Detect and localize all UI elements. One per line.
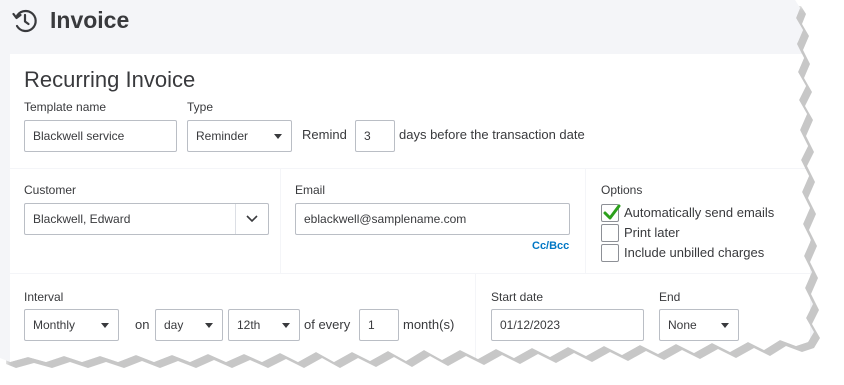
email-value: eblackwell@samplename.com [304, 212, 467, 226]
print-later-checkbox[interactable] [601, 224, 619, 242]
invoice-sheet: Invoice Recurring Invoice Template name … [0, 0, 814, 362]
on-label: on [135, 317, 150, 332]
frequency-select[interactable]: Monthly [24, 309, 119, 341]
chevron-down-icon [205, 323, 213, 328]
unit-label: month(s) [403, 317, 455, 332]
options-label: Options [601, 183, 643, 197]
type-label: Type [187, 100, 214, 114]
section-title: Recurring Invoice [24, 67, 196, 92]
every-input[interactable]: 1 [359, 309, 399, 341]
recurring-clock-icon [12, 8, 38, 34]
day-type-select[interactable]: day [155, 309, 223, 341]
type-select[interactable]: Reminder [187, 120, 292, 152]
email-label: Email [295, 183, 326, 197]
interval-label: Interval [24, 290, 64, 304]
start-date-value: 01/12/2023 [500, 318, 561, 332]
customer-select[interactable]: Blackwell, Edward [24, 203, 269, 235]
remind-suffix-label: days before the transaction date [399, 127, 585, 142]
auto-send-label: Automatically send emails [624, 205, 775, 220]
cc-bcc-link[interactable]: Cc/Bcc [532, 240, 569, 252]
chevron-down-icon [721, 323, 729, 328]
page-header: Invoice [0, 0, 814, 42]
checkmark-icon [603, 204, 621, 220]
include-unbilled-checkbox[interactable] [601, 244, 619, 262]
chevron-down-icon [246, 204, 258, 234]
print-later-label: Print later [624, 225, 680, 240]
template-name-value: Blackwell service [33, 129, 125, 143]
remind-prefix-label: Remind [302, 127, 347, 142]
day-value-select[interactable]: 12th [228, 309, 300, 341]
chevron-down-icon [101, 323, 109, 328]
email-input[interactable]: eblackwell@samplename.com [295, 203, 570, 235]
select-divider [235, 204, 236, 234]
remind-days-value: 3 [364, 129, 371, 143]
day-type-value: day [164, 318, 184, 332]
end-value: None [668, 318, 697, 332]
start-date-label: Start date [491, 290, 544, 304]
customer-value: Blackwell, Edward [33, 212, 131, 226]
type-value: Reminder [196, 129, 249, 143]
end-label: End [659, 290, 681, 304]
frequency-value: Monthly [33, 318, 76, 332]
include-unbilled-label: Include unbilled charges [624, 245, 765, 260]
customer-label: Customer [24, 183, 77, 197]
page-title: Invoice [50, 7, 130, 33]
chevron-down-icon [282, 323, 290, 328]
template-name-input[interactable]: Blackwell service [24, 120, 177, 152]
remind-days-input[interactable]: 3 [355, 120, 395, 152]
start-date-input[interactable]: 01/12/2023 [491, 309, 644, 341]
template-name-label: Template name [24, 100, 107, 114]
auto-send-checkbox[interactable] [601, 204, 621, 222]
chevron-down-icon [274, 134, 282, 139]
of-every-label: of every [304, 317, 351, 332]
end-select[interactable]: None [659, 309, 739, 341]
every-value: 1 [368, 318, 375, 332]
day-value: 12th [237, 318, 261, 332]
